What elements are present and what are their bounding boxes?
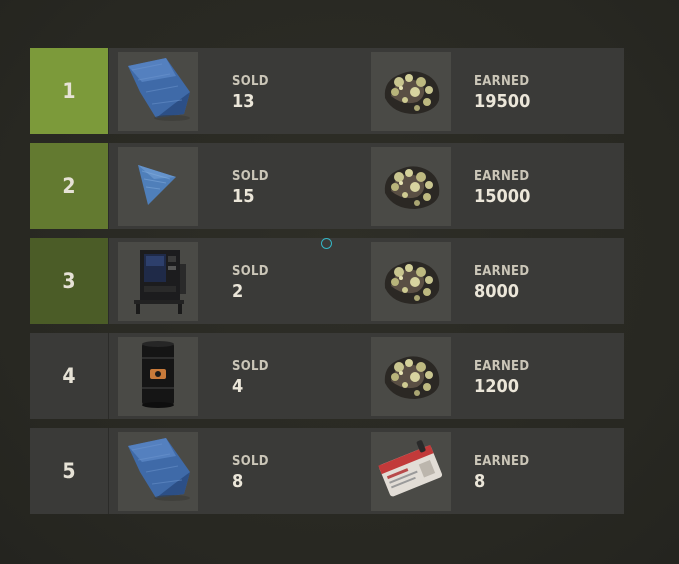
sold-value: 15 <box>232 186 255 207</box>
metal-ore-icon[interactable] <box>371 147 451 226</box>
sold-value: 2 <box>232 281 244 302</box>
sold-stat: SOLD 8 <box>232 455 269 493</box>
sold-stat: SOLD 15 <box>232 170 269 208</box>
sold-value: 4 <box>232 376 244 397</box>
sold-label: SOLD <box>232 74 269 89</box>
earned-label: EARNED <box>474 454 530 469</box>
cloth-scrap-icon[interactable] <box>118 147 198 226</box>
oil-barrel-icon[interactable] <box>118 337 198 416</box>
earned-label: EARNED <box>474 264 530 279</box>
earned-stat: EARNED 15000 <box>474 170 530 208</box>
earned-value: 8000 <box>474 281 520 302</box>
earned-label: EARNED <box>474 74 530 89</box>
metal-ore-icon[interactable] <box>371 52 451 131</box>
sold-value: 13 <box>232 91 255 112</box>
sold-label: SOLD <box>232 169 269 184</box>
earned-value: 19500 <box>474 91 531 112</box>
leaderboard-list: 1 SOLD 13 EARNED 19500 2 SOLD 15 EARNED … <box>30 48 624 523</box>
leaderboard-row: 4 SOLD 4 EARNED 1200 <box>30 333 624 419</box>
sold-stat: SOLD 2 <box>232 265 269 303</box>
sold-label: SOLD <box>232 359 269 374</box>
rank-badge: 4 <box>30 333 109 419</box>
earned-stat: EARNED 19500 <box>474 75 530 113</box>
earned-stat: EARNED 1200 <box>474 360 529 398</box>
earned-stat: EARNED 8000 <box>474 265 529 303</box>
metal-ore-icon[interactable] <box>371 242 451 321</box>
earned-value: 1200 <box>474 376 520 397</box>
leaderboard-row: 5 SOLD 8 EARNED 8 <box>30 428 624 514</box>
leaderboard-row: 3 SOLD 2 EARNED 8000 <box>30 238 624 324</box>
tarp-icon[interactable] <box>118 52 198 131</box>
rank-badge: 3 <box>30 238 109 324</box>
sold-stat: SOLD 13 <box>232 75 269 113</box>
earned-value: 8 <box>474 471 486 492</box>
vending-machine-icon[interactable] <box>118 242 198 321</box>
rank-badge: 5 <box>30 428 109 514</box>
earned-stat: EARNED 8 <box>474 455 529 493</box>
leaderboard-row: 1 SOLD 13 EARNED 19500 <box>30 48 624 134</box>
metal-ore-icon[interactable] <box>371 337 451 416</box>
sold-label: SOLD <box>232 264 269 279</box>
sold-stat: SOLD 4 <box>232 360 269 398</box>
rank-badge: 1 <box>30 48 109 134</box>
leaderboard-row: 2 SOLD 15 EARNED 15000 <box>30 143 624 229</box>
keycard-icon[interactable] <box>371 432 451 511</box>
earned-label: EARNED <box>474 359 530 374</box>
earned-value: 15000 <box>474 186 531 207</box>
rank-badge: 2 <box>30 143 109 229</box>
tarp-icon[interactable] <box>118 432 198 511</box>
sold-label: SOLD <box>232 454 269 469</box>
earned-label: EARNED <box>474 169 530 184</box>
cursor-ring-icon <box>321 238 332 249</box>
sold-value: 8 <box>232 471 244 492</box>
